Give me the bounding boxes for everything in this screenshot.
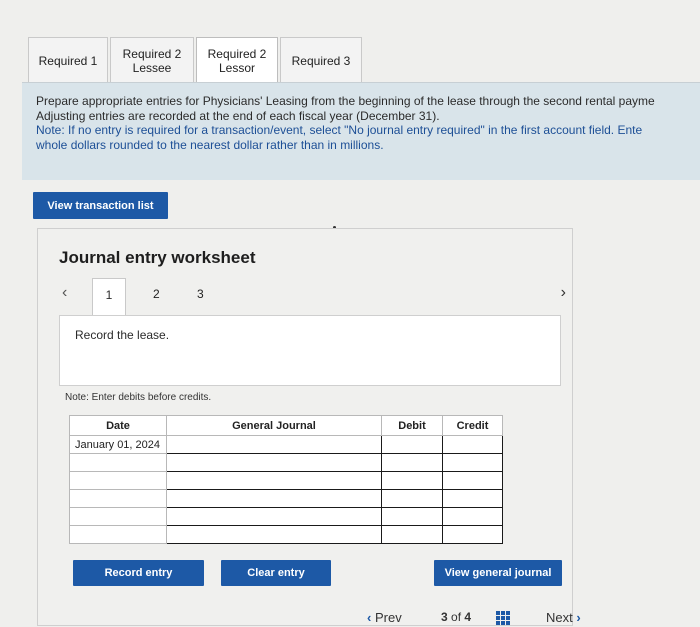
view-general-journal-button[interactable]: View general journal [434,560,562,586]
debit-input[interactable] [381,435,443,454]
header-credit: Credit [442,415,503,436]
chevron-right-icon[interactable]: › [561,284,566,302]
of-label: of [451,610,462,624]
table-row [69,471,503,490]
debit-input[interactable] [381,525,443,544]
next-label: Next [546,610,573,625]
account-input[interactable] [166,525,382,544]
tab-required-2-lessor[interactable]: Required 2 Lessor [196,37,278,83]
debit-input[interactable] [381,471,443,490]
instructions-panel: Prepare appropriate entries for Physicia… [22,82,700,180]
account-input[interactable] [166,507,382,526]
credit-input[interactable] [442,489,503,508]
account-input[interactable] [166,435,382,454]
table-row [69,507,503,526]
entry-description: Record the lease. [75,328,170,342]
header-debit: Debit [381,415,443,436]
tab-required-1[interactable]: Required 1 [28,37,108,83]
worksheet-title: Journal entry worksheet [59,248,256,267]
entry-tab-1[interactable]: 1 [92,278,126,316]
journal-table: Date General Journal Debit Credit Januar… [69,415,503,544]
table-row: January 01, 2024 [69,435,503,454]
debit-input[interactable] [381,507,443,526]
date-cell[interactable]: January 01, 2024 [69,435,167,454]
debit-input[interactable] [381,453,443,472]
instructions-line-2: Adjusting entries are recorded at the en… [36,108,440,123]
table-header-row: Date General Journal Debit Credit [69,415,503,436]
account-input[interactable] [166,471,382,490]
instructions-note-2: whole dollars rounded to the nearest dol… [36,137,384,152]
credit-input[interactable] [442,507,503,526]
credit-input[interactable] [442,471,503,490]
credit-input[interactable] [442,453,503,472]
credit-input[interactable] [442,435,503,454]
instructions-note-1: Note: If no entry is required for a tran… [36,123,643,137]
date-cell[interactable] [69,471,167,490]
account-input[interactable] [166,489,382,508]
chevron-left-icon[interactable]: ‹ [62,284,67,302]
tab-required-3[interactable]: Required 3 [280,37,362,83]
prev-label: Prev [374,610,402,625]
current-page: 3 [441,610,448,624]
date-cell[interactable] [69,453,167,472]
account-input[interactable] [166,453,382,472]
entry-tab-3[interactable]: 3 [197,287,204,301]
table-row [69,525,503,544]
credit-input[interactable] [442,525,503,544]
debits-credits-note: Note: Enter debits before credits. [65,392,212,403]
page-position: 3 of 4 [441,610,471,624]
entry-description-box: Record the lease. [59,315,561,386]
journal-entry-worksheet: Journal entry worksheet ‹ 1 2 3 › Record… [37,228,573,626]
chevron-right-icon: › [576,610,581,625]
prev-button[interactable]: ‹ Prev [367,610,402,625]
total-pages: 4 [464,610,472,624]
view-transaction-list-button[interactable]: View transaction list [33,192,168,219]
requirement-tabs: Required 1 Required 2 Lessee Required 2 … [28,37,362,83]
debit-input[interactable] [381,489,443,508]
chevron-left-icon: ‹ [367,610,372,625]
record-entry-button[interactable]: Record entry [73,560,204,586]
next-button[interactable]: Next › [546,610,581,625]
table-row [69,453,503,472]
date-cell[interactable] [69,525,167,544]
header-date: Date [69,415,167,436]
clear-entry-button[interactable]: Clear entry [221,560,331,586]
tab-required-2-lessee[interactable]: Required 2 Lessee [110,37,194,83]
page: Required 1 Required 2 Lessee Required 2 … [0,0,700,627]
instructions-line-1: Prepare appropriate entries for Physicia… [36,94,655,108]
date-cell[interactable] [69,507,167,526]
date-cell[interactable] [69,489,167,508]
entry-tab-2[interactable]: 2 [153,287,160,301]
header-general-journal: General Journal [166,415,382,436]
table-row [69,489,503,508]
grid-icon[interactable] [496,611,510,625]
